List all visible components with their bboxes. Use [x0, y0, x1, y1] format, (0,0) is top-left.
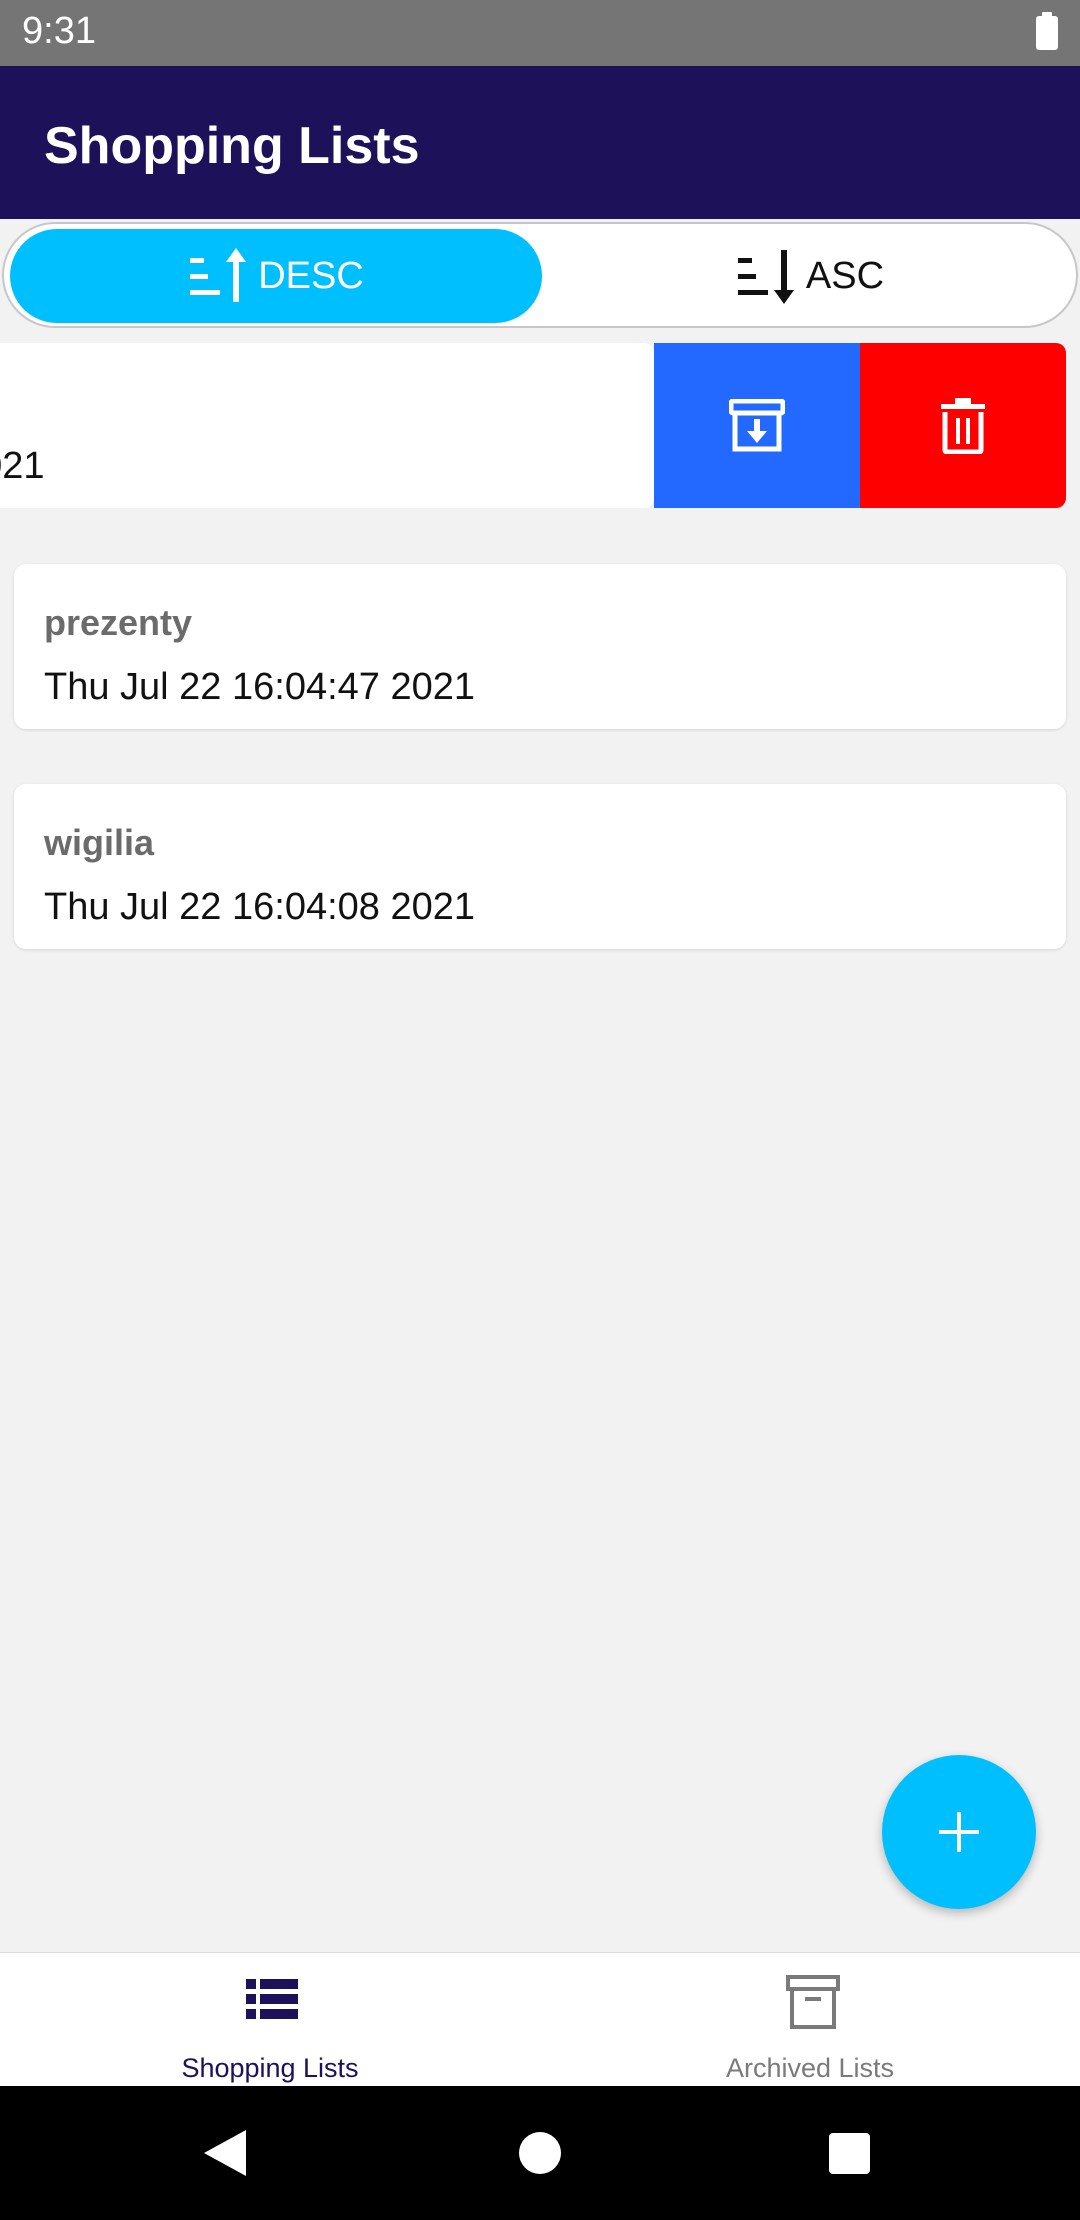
nav-shopping-lists[interactable]: Shopping Lists: [0, 1953, 540, 2087]
system-navigation-bar: [0, 2086, 1080, 2220]
sort-desc-label: DESC: [258, 254, 364, 297]
list-date: Thu Jul 22 16:04:47 2021: [44, 666, 476, 708]
delete-button[interactable]: [860, 343, 1066, 508]
list-name: prezenty: [44, 602, 193, 643]
swiped-card-date: 2021: [0, 445, 45, 487]
sort-descending-icon: [737, 250, 794, 304]
page-title: Shopping Lists: [44, 117, 420, 175]
bottom-navigation: Shopping Lists Archived Lists: [0, 1952, 1080, 2086]
archive-box-icon: [786, 1975, 840, 2029]
add-list-button[interactable]: [882, 1755, 1036, 1909]
nav-label: Shopping Lists: [181, 2053, 359, 2083]
plus-icon: [939, 1812, 979, 1852]
swiped-list-card[interactable]: 2021: [0, 343, 654, 508]
trash-icon: [941, 397, 985, 454]
app-bar: Shopping Lists: [0, 66, 1080, 219]
list-item[interactable]: wigilia Thu Jul 22 16:04:08 2021: [14, 784, 1066, 949]
archive-icon: [729, 398, 785, 451]
battery-icon: [1036, 12, 1058, 50]
nav-label: Archived Lists: [725, 2053, 895, 2083]
archive-button[interactable]: [654, 343, 860, 508]
back-icon[interactable]: [204, 2130, 246, 2176]
list-name: wigilia: [44, 822, 155, 863]
home-icon[interactable]: [519, 2132, 561, 2174]
status-bar: 9:31: [0, 0, 1080, 66]
sort-desc-button[interactable]: DESC: [10, 229, 542, 323]
recents-icon[interactable]: [829, 2133, 870, 2174]
status-time: 9:31: [22, 10, 96, 52]
list-date: Thu Jul 22 16:04:08 2021: [44, 886, 476, 928]
list-icon: [246, 1979, 298, 2019]
sort-toggle: DESC ASC: [2, 222, 1078, 328]
list-item[interactable]: prezenty Thu Jul 22 16:04:47 2021: [14, 564, 1066, 729]
sort-asc-label: ASC: [805, 254, 885, 297]
nav-archived-lists[interactable]: Archived Lists: [540, 1953, 1080, 2087]
sort-asc-button[interactable]: ASC: [548, 229, 1072, 323]
sort-ascending-icon: [190, 248, 247, 302]
